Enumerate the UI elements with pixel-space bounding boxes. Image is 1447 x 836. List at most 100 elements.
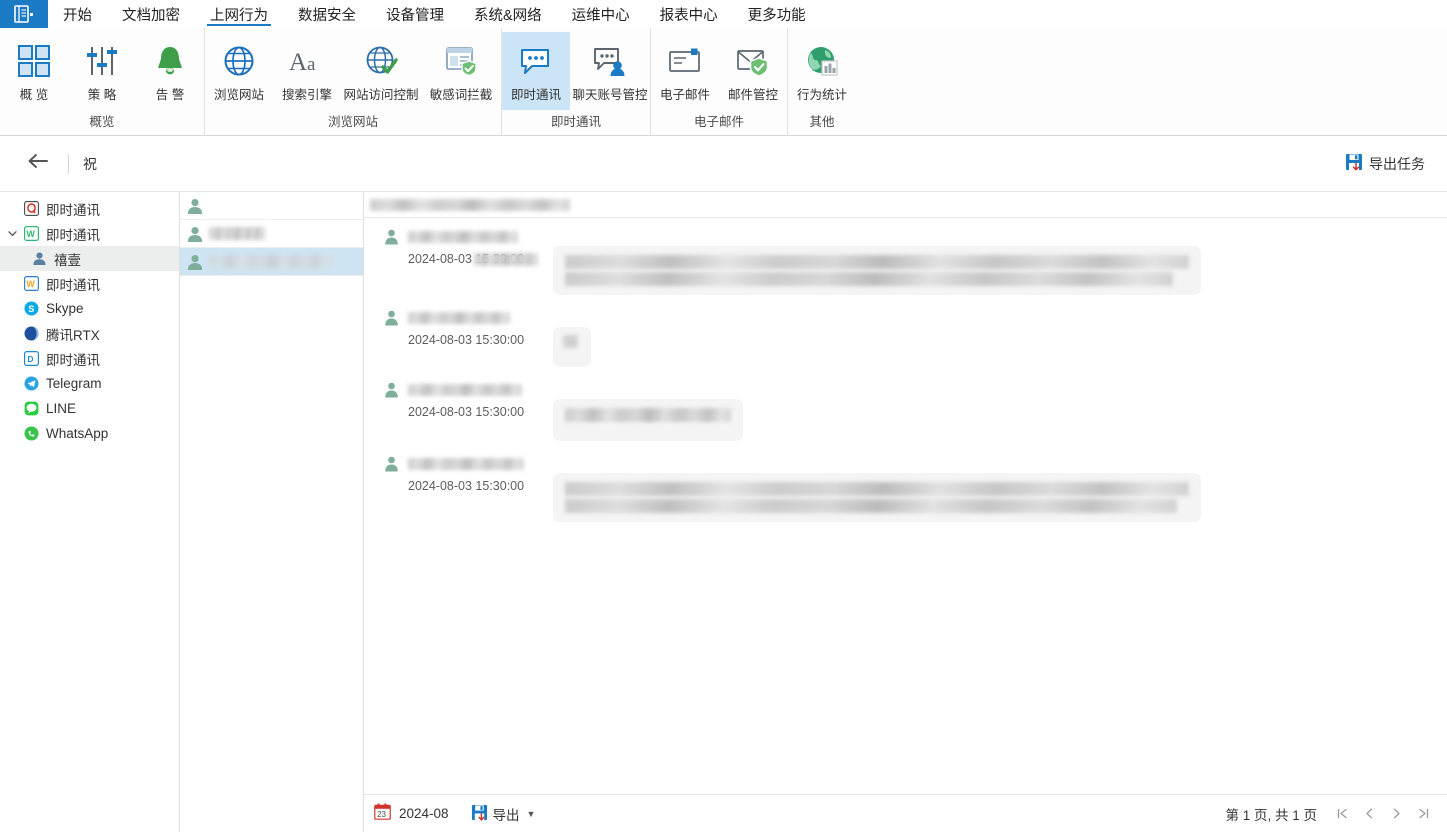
ribbon-button-label: 敏感词拦截 [429, 88, 493, 102]
contact-list [180, 192, 364, 832]
breadcrumb: 祝 [83, 155, 97, 172]
back-arrow-icon [27, 152, 49, 175]
export-task-button[interactable]: 导出任务 [1345, 153, 1431, 174]
chat-avatar-icon [384, 455, 400, 473]
tree-item-label: LINE [46, 401, 77, 416]
ribbon-button-policy[interactable]: 策 略 [68, 32, 136, 110]
telegram-icon [20, 376, 42, 391]
ribbon-button-im[interactable]: 即时通讯 [502, 32, 570, 110]
ribbon-button-label: 邮件管控 [727, 88, 778, 102]
user-icon [28, 251, 50, 266]
chat-avatar-icon [384, 228, 400, 246]
chat-message-time: 2024-08-03 15:30:00 [408, 405, 524, 420]
page-subheader: 祝 导出任务 [0, 136, 1447, 192]
chevron-down-icon[interactable] [4, 229, 20, 238]
app-menu-icon[interactable] [0, 0, 48, 28]
ribbon-group-im: 即时通讯 聊天账号管控 即时通讯 [501, 28, 650, 135]
tree-item-whatsapp[interactable]: ▾ WhatsApp [0, 421, 179, 446]
mail-shield-icon [736, 40, 770, 82]
menu-item-4[interactable]: 设备管理 [371, 0, 459, 28]
ribbon-button-label: 聊天账号管控 [572, 88, 648, 102]
main-menu-bar: 开始 文档加密 上网行为 数据安全 设备管理 系统&网络 运维中心 报表中心 更… [0, 0, 1447, 28]
contact-row[interactable] [180, 248, 363, 276]
ribbon-button-sensitive-word-block[interactable]: 敏感词拦截 [421, 32, 501, 110]
chat-message-list[interactable]: 2024-08-03 15:30:00 2024-08-03 15:30:00 … [364, 218, 1447, 794]
contact-avatar-icon [186, 253, 204, 271]
tree-item-wecom[interactable]: W 即时通讯 [0, 221, 179, 246]
ribbon-group-title: 其他 [809, 115, 835, 130]
ribbon-button-mail-control[interactable]: 邮件管控 [719, 32, 787, 110]
tree-item-qq[interactable]: ▾ 即时通讯 [0, 196, 179, 221]
font-aa-icon: A a [288, 40, 326, 82]
ribbon-button-label: 浏览网站 [213, 88, 264, 102]
globe-chart-icon [805, 40, 839, 82]
tree-item-label: Skype [46, 301, 84, 316]
menu-item-label: 文档加密 [122, 7, 180, 24]
menu-item-8[interactable]: 更多功能 [733, 0, 821, 28]
export-button[interactable]: 导出 ▼ [471, 804, 535, 824]
contact-row[interactable] [180, 220, 363, 248]
ribbon-button-chat-account-control[interactable]: 聊天账号管控 [570, 32, 650, 110]
tree-item-skype[interactable]: ▾ S Skype [0, 296, 179, 321]
ribbon-group-email: 电子邮件 邮件管控 电子邮件 [650, 28, 787, 135]
chat-message-bubble[interactable] [552, 246, 1201, 295]
last-page-button[interactable] [1411, 802, 1435, 826]
tree-item-wangwang[interactable]: ▾ W 即时通讯 [0, 271, 179, 296]
menu-item-0[interactable]: 开始 [48, 0, 107, 28]
ribbon-button-label: 电子邮件 [659, 88, 710, 102]
ribbon-button-email[interactable]: 电子邮件 [651, 32, 719, 110]
tree-item-tencent-rtx[interactable]: ▾ 腾讯RTX [0, 321, 179, 346]
ribbon-button-label: 告 警 [155, 88, 185, 102]
menu-item-2[interactable]: 上网行为 [195, 0, 283, 28]
im-app-tree: ▾ 即时通讯 W 即时通讯 [0, 192, 180, 832]
chat-bubble-icon [519, 40, 553, 82]
export-excel-icon [471, 804, 488, 824]
ribbon-button-search-engine[interactable]: A a 搜索引擎 [273, 32, 341, 110]
contact-row[interactable] [180, 192, 363, 220]
prev-page-button[interactable] [1357, 802, 1381, 826]
ribbon-button-browse-web[interactable]: 浏览网站 [205, 32, 273, 110]
svg-text:W: W [26, 229, 35, 239]
tree-item-line[interactable]: ▾ LINE [0, 396, 179, 421]
first-page-button[interactable] [1330, 802, 1354, 826]
ribbon-button-overview[interactable]: 概 览 [0, 32, 68, 110]
export-pdf-icon [1345, 153, 1363, 174]
tree-item-telegram[interactable]: ▾ Telegram [0, 371, 179, 396]
svg-text:a: a [307, 54, 316, 75]
tree-item-dingtalk[interactable]: ▾ D 即时通讯 [0, 346, 179, 371]
qq-icon [20, 201, 42, 216]
chat-panel: 2024-08-03 15:30:00 2024-08-03 15:30:00 … [364, 192, 1447, 832]
menu-item-7[interactable]: 报表中心 [645, 0, 733, 28]
ribbon-group-title: 概览 [89, 115, 115, 130]
chat-avatar-icon [384, 309, 400, 327]
date-filter-value[interactable]: 2024-08 [399, 806, 449, 821]
calendar-icon[interactable]: 23 [374, 803, 391, 825]
ribbon-button-web-access-control[interactable]: 网站访问控制 [341, 32, 421, 110]
tree-item-user-xiyi[interactable]: 禧壹 [0, 246, 179, 271]
chat-message-bubble[interactable] [552, 473, 1201, 522]
chat-message-bubble[interactable] [552, 327, 591, 367]
ribbon-group-title: 浏览网站 [327, 115, 378, 130]
ribbon-button-alert[interactable]: 告 警 [136, 32, 204, 110]
tree-item-label: 腾讯RTX [46, 327, 100, 343]
menu-item-3[interactable]: 数据安全 [283, 0, 371, 28]
menu-item-6[interactable]: 运维中心 [557, 0, 645, 28]
menu-item-5[interactable]: 系统&网络 [459, 0, 557, 28]
contact-avatar-icon [186, 197, 204, 215]
ribbon-button-behavior-stats[interactable]: 行为统计 [788, 32, 856, 110]
ribbon-toolbar: 概 览 策 略 告 警 概览 浏览网站 A a 搜索引擎 网站访问控制 敏感词拦… [0, 28, 1447, 136]
skype-icon: S [20, 301, 42, 316]
chat-message-bubble[interactable] [552, 399, 743, 441]
chat-message-sender [384, 309, 1447, 327]
pagination-text: 第 1 页, 共 1 页 [1225, 807, 1317, 823]
ribbon-group-web: 浏览网站 A a 搜索引擎 网站访问控制 敏感词拦截 浏览网站 [204, 28, 501, 135]
menu-item-label: 数据安全 [298, 7, 356, 24]
mail-icon [668, 40, 702, 82]
menu-item-label: 开始 [63, 7, 92, 24]
next-page-button[interactable] [1384, 802, 1408, 826]
chat-header [364, 192, 1447, 218]
back-button[interactable] [16, 144, 60, 184]
contact-name-redacted [209, 227, 265, 240]
line-icon [20, 401, 42, 416]
menu-item-1[interactable]: 文档加密 [107, 0, 195, 28]
